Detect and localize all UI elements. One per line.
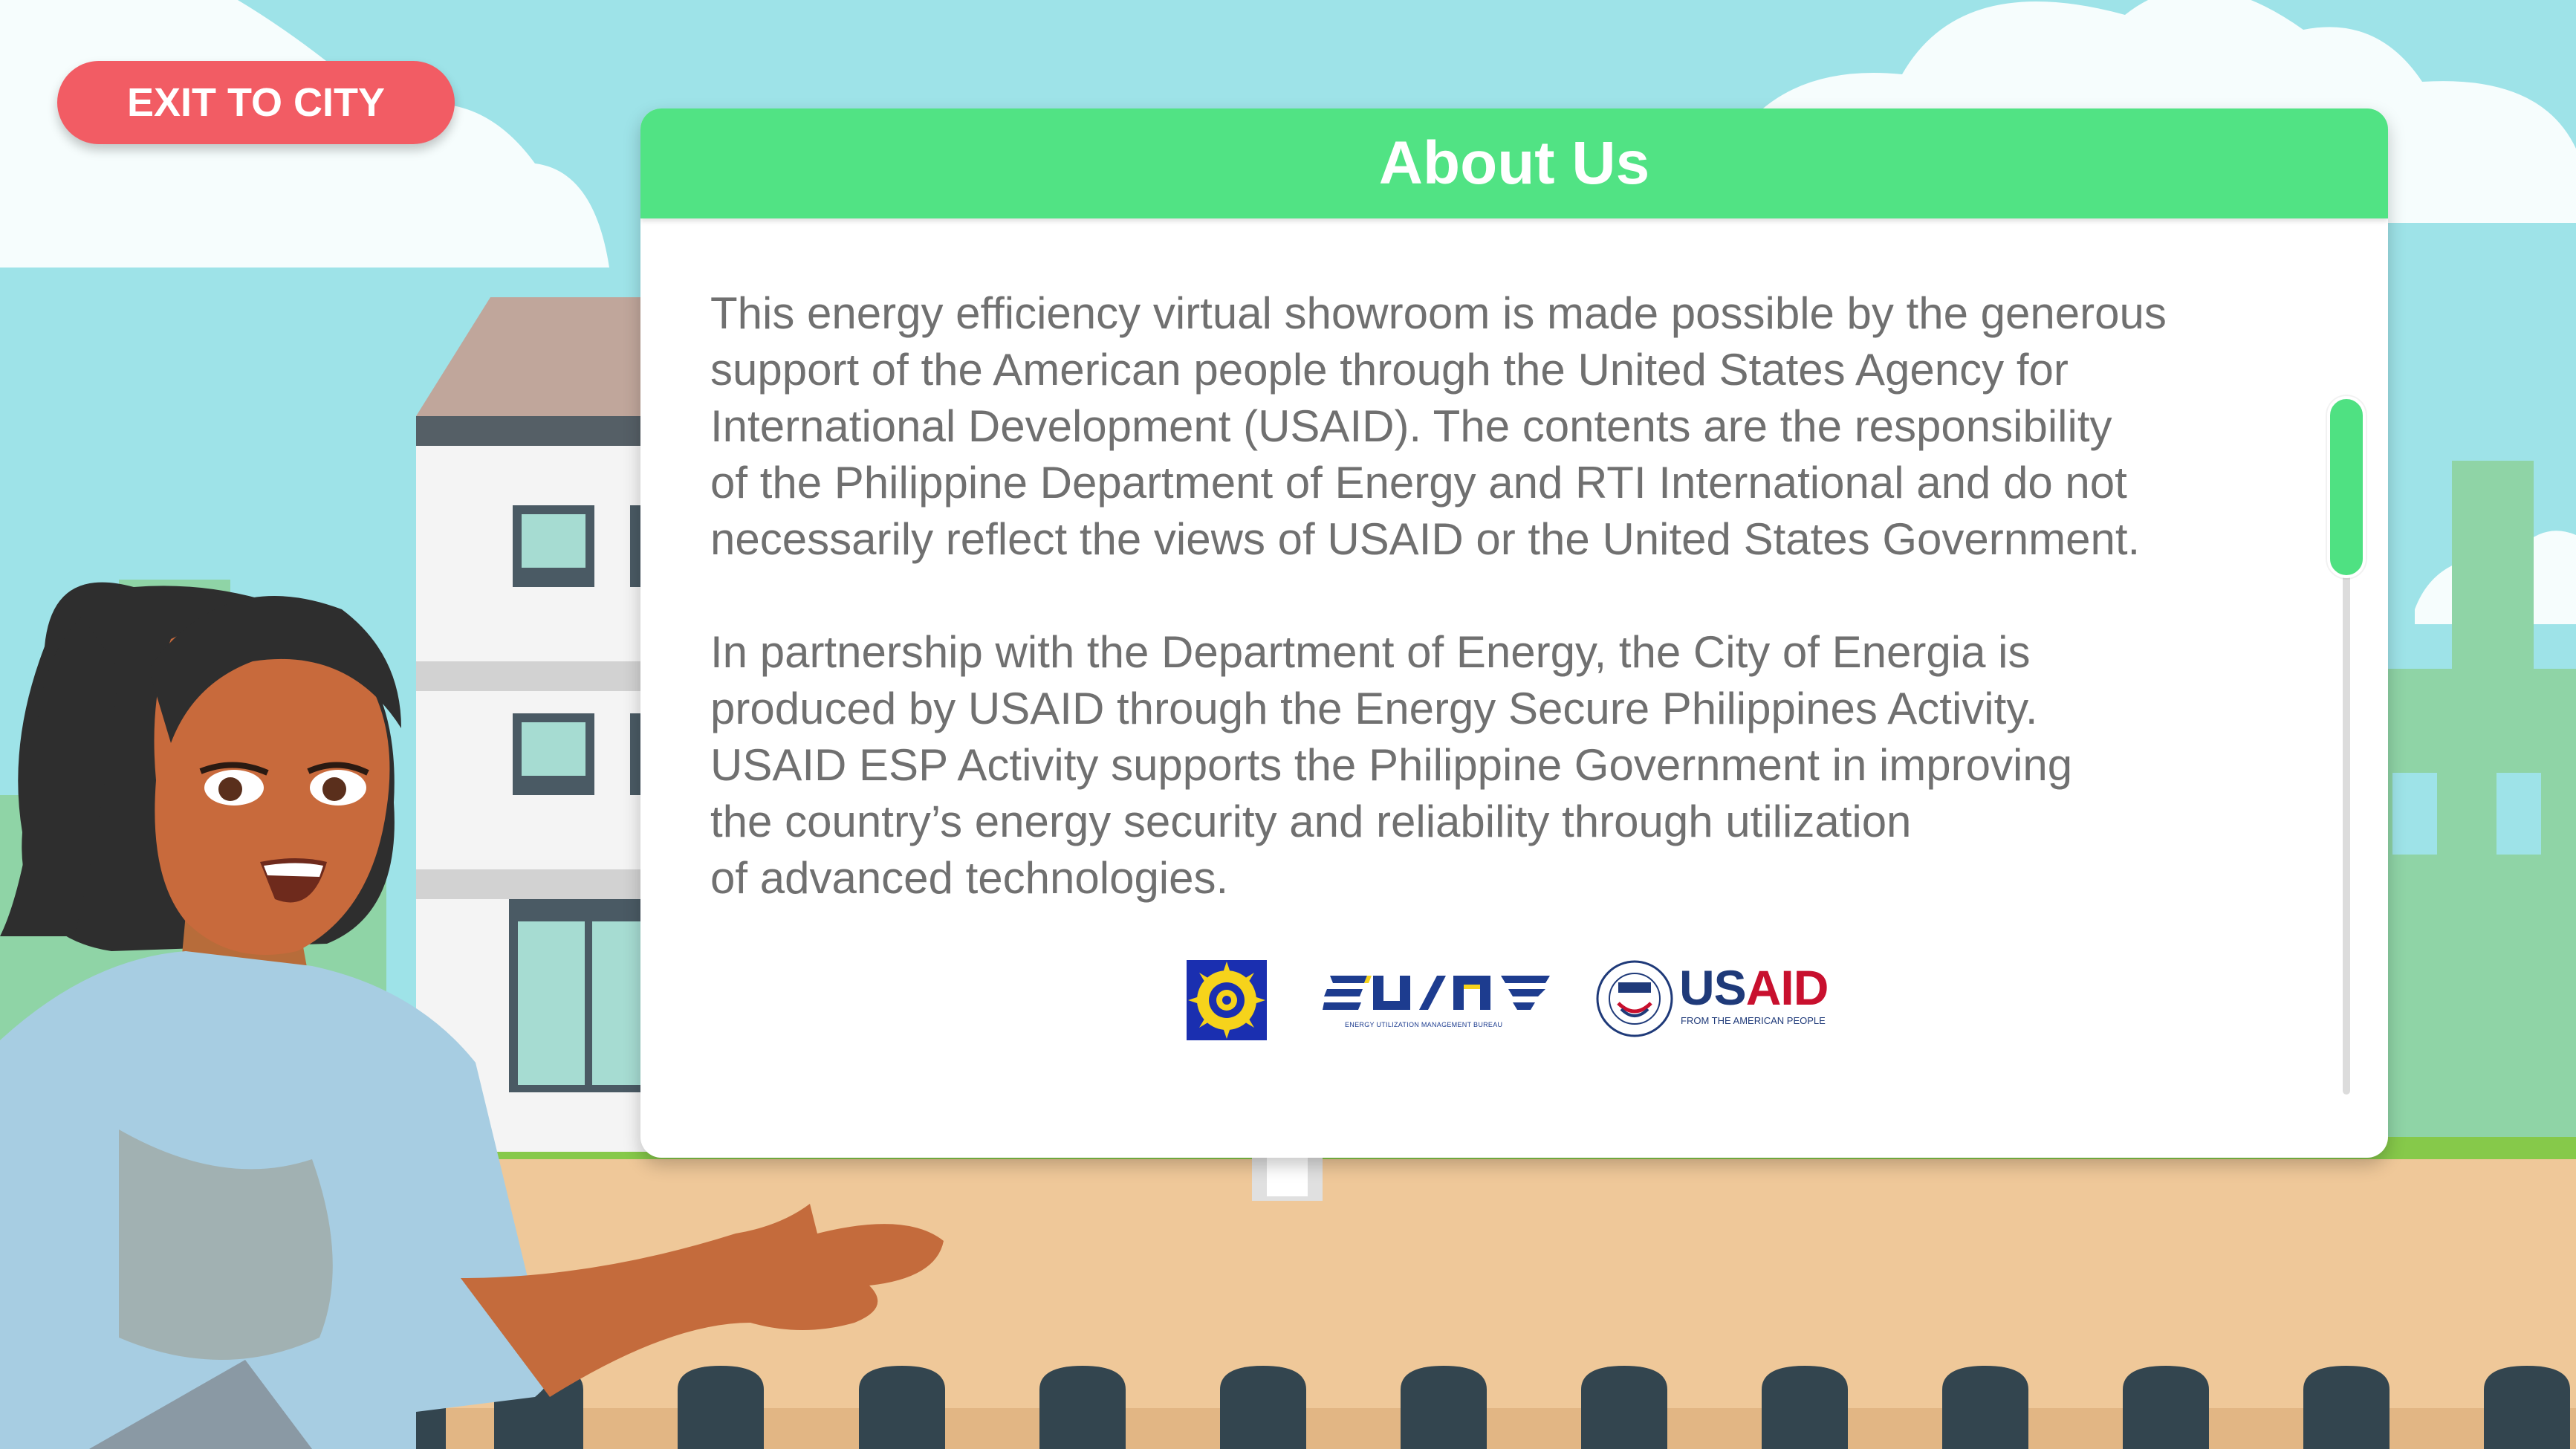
exit-to-city-button[interactable]: EXIT TO CITY <box>57 61 455 144</box>
scrollbar-thumb[interactable] <box>2327 396 2366 578</box>
usaid-us: US <box>1679 960 1747 1015</box>
about-paragraph-2: In partnership with the Department of En… <box>710 627 2073 903</box>
doe-seal-icon <box>1187 960 1267 1040</box>
modal-body: This energy efficiency virtual showroom … <box>710 285 2285 963</box>
eumb-subtitle: ENERGY UTILIZATION MANAGEMENT BUREAU <box>1345 1021 1503 1028</box>
usaid-seal-icon <box>1596 960 1673 1037</box>
about-us-modal: About Us This energy efficiency virtual … <box>640 108 2388 1158</box>
about-paragraph-1: This energy efficiency virtual showroom … <box>710 288 2167 564</box>
modal-title: About Us <box>1378 129 1650 197</box>
house <box>416 297 675 1152</box>
usaid-subtitle: FROM THE AMERICAN PEOPLE <box>1681 1015 1826 1026</box>
usaid-aid: AID <box>1745 960 1829 1015</box>
usaid-wordmark: USAID <box>1679 960 1829 1015</box>
eumb-logo-icon <box>1323 976 1550 1010</box>
